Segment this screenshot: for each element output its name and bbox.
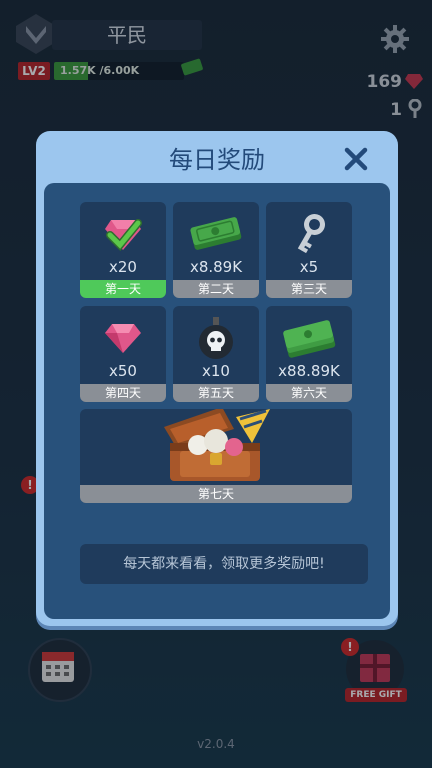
- reward-qty: x5: [299, 258, 319, 276]
- reward-day-label: 第五天: [173, 384, 259, 402]
- reward-day-1[interactable]: x20 第一天: [80, 202, 166, 298]
- daily-reward-dialog: 每日奖励 x20 第一天 x8.89K 第二天 x5 第三天 x50 第四天 x…: [36, 131, 398, 626]
- treasure-chest-icon: [164, 409, 270, 481]
- reward-day-6[interactable]: x88.89K 第六天: [266, 306, 352, 402]
- reward-qty: x50: [109, 362, 137, 380]
- close-icon[interactable]: [342, 145, 370, 173]
- skull-bomb-icon: [173, 316, 259, 360]
- reward-day-2[interactable]: x8.89K 第二天: [173, 202, 259, 298]
- reward-day-label: 第三天: [266, 280, 352, 298]
- cash-stack-icon: [173, 212, 259, 256]
- checked-gem-icon: [80, 212, 166, 256]
- reward-day-3[interactable]: x5 第三天: [266, 202, 352, 298]
- key-icon: [266, 212, 352, 256]
- reward-qty: x8.89K: [189, 258, 243, 276]
- reward-day-5[interactable]: x10 第五天: [173, 306, 259, 402]
- reward-day-label: 第七天: [80, 485, 352, 503]
- reward-day-label: 第二天: [173, 280, 259, 298]
- gem-icon: [80, 316, 166, 360]
- reward-day-label: 第四天: [80, 384, 166, 402]
- reward-day-label: 第六天: [266, 384, 352, 402]
- reward-qty: x20: [109, 258, 137, 276]
- daily-tip: 每天都来看看，领取更多奖励吧!: [80, 544, 368, 584]
- reward-qty: x10: [202, 362, 230, 380]
- reward-day-7[interactable]: 第七天: [80, 409, 352, 503]
- reward-day-label: 第一天: [80, 280, 166, 298]
- reward-qty: x88.89K: [278, 362, 340, 380]
- reward-panel: x20 第一天 x8.89K 第二天 x5 第三天 x50 第四天 x10 第五…: [44, 183, 390, 619]
- cash-stack-icon: [266, 316, 352, 360]
- reward-day-4[interactable]: x50 第四天: [80, 306, 166, 402]
